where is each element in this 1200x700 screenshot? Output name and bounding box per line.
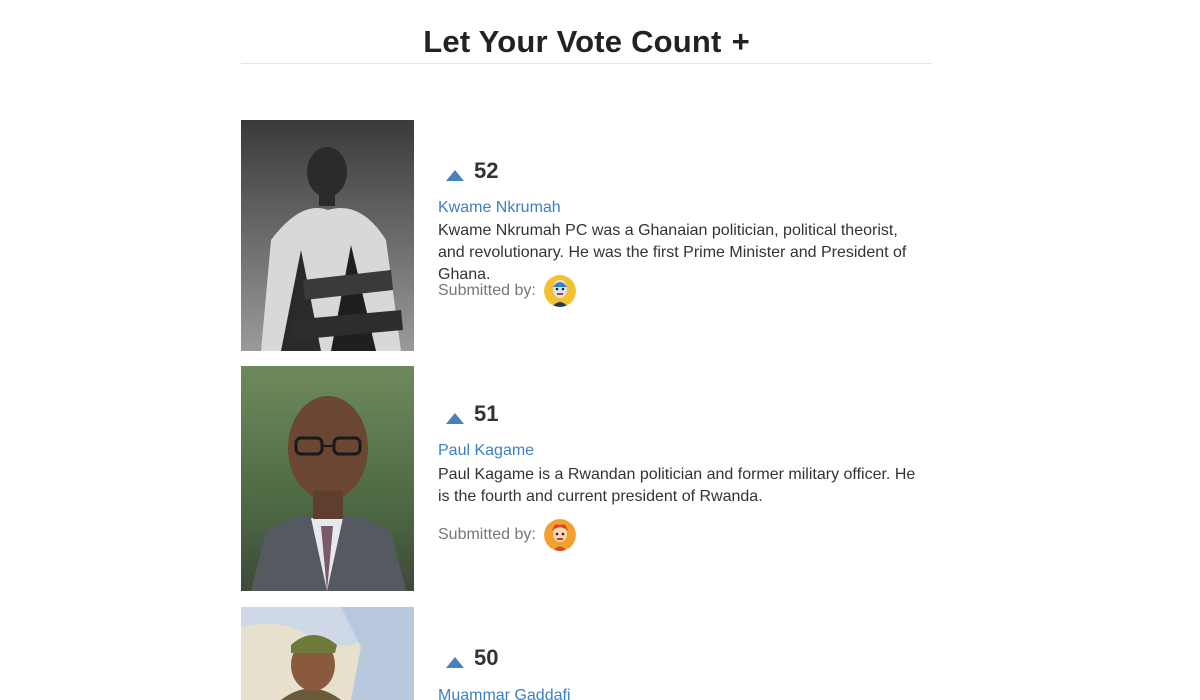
submitted-by: Submitted by: [438, 519, 576, 551]
upvote-icon[interactable] [446, 412, 464, 424]
submitted-by-label: Submitted by: [438, 282, 536, 299]
submission-item: 50 Muammar Gaddafi [241, 607, 932, 700]
avatar-orange-icon[interactable] [543, 519, 576, 551]
submission-item: 51 Paul Kagame Paul Kagame is a Rwandan … [241, 366, 932, 591]
submitted-by: Submitted by: [438, 275, 576, 307]
submission-photo [241, 366, 414, 591]
submission-title-link[interactable]: Kwame Nkrumah [438, 199, 561, 217]
add-submission-button[interactable]: + [732, 24, 750, 60]
vote-widget: 52 [446, 158, 498, 184]
vote-count: 51 [474, 401, 499, 426]
vote-count: 52 [474, 158, 499, 183]
vote-widget: 50 [446, 645, 498, 671]
upvote-icon[interactable] [446, 656, 464, 668]
submission-photo [241, 607, 414, 700]
page: Let Your Vote Count + 52 Kwame Nkrumah K… [0, 0, 1200, 700]
upvote-icon[interactable] [446, 169, 464, 181]
submission-item: 52 Kwame Nkrumah Kwame Nkrumah PC was a … [241, 120, 932, 351]
vote-count: 50 [474, 645, 499, 670]
page-title: Let Your Vote Count [423, 24, 722, 59]
submission-description: Paul Kagame is a Rwandan politician and … [438, 466, 916, 505]
submitted-by-label: Submitted by: [438, 526, 536, 543]
avatar-blue-icon[interactable] [543, 275, 576, 307]
submission-title-link[interactable]: Paul Kagame [438, 442, 534, 460]
submission-title-link[interactable]: Muammar Gaddafi [438, 687, 571, 700]
vote-widget: 51 [446, 401, 498, 427]
submission-photo [241, 120, 414, 351]
header: Let Your Vote Count + [241, 0, 932, 64]
